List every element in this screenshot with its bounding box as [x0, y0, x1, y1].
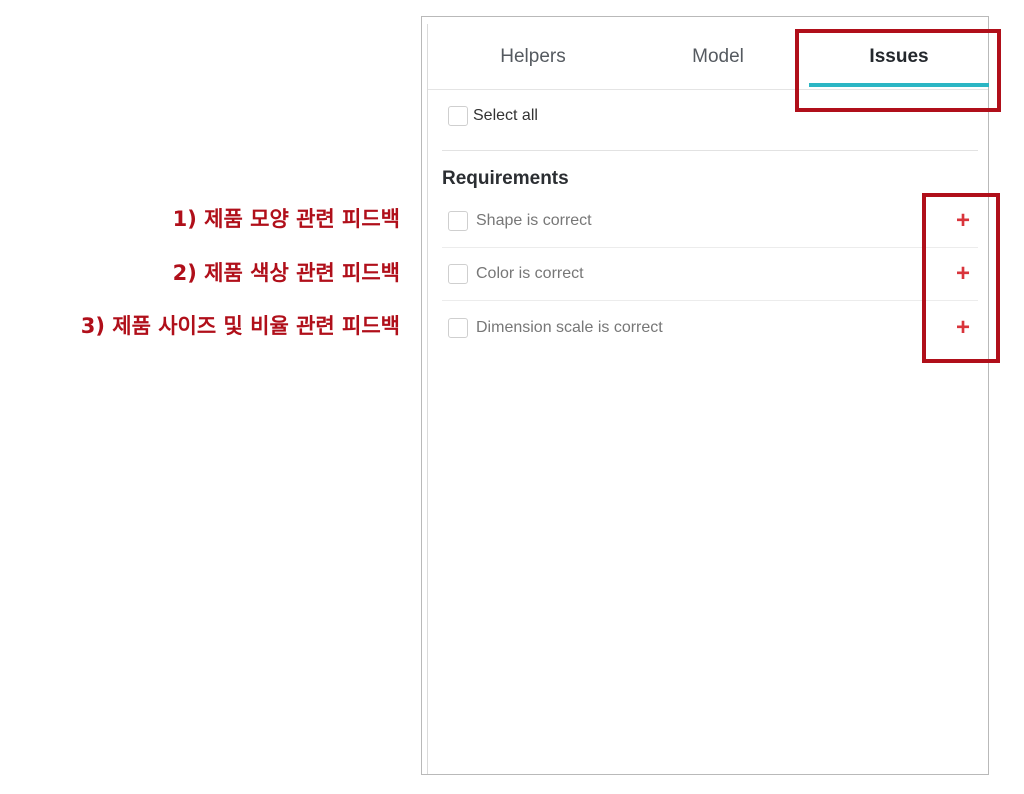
annotation-shape-feedback: 1) 제품 모양 관련 피드백 — [172, 207, 400, 231]
screen: 1) 제품 모양 관련 피드백 2) 제품 색상 관련 피드백 3) 제품 사이… — [0, 0, 1024, 794]
annotation-color-feedback: 2) 제품 색상 관련 피드백 — [172, 261, 400, 285]
annotation-size-feedback: 3) 제품 사이즈 및 비율 관련 피드백 — [80, 314, 400, 338]
requirements-title: Requirements — [442, 168, 569, 189]
requirement-label: Shape is correct — [476, 212, 592, 229]
highlight-box-issues-tab — [795, 29, 1001, 112]
select-all-checkbox[interactable] — [448, 106, 468, 126]
requirement-checkbox[interactable] — [448, 211, 468, 231]
requirement-checkbox[interactable] — [448, 317, 468, 338]
panel-content: Helpers Model Issues Select all Requirem… — [427, 24, 989, 774]
select-all[interactable]: Select all — [448, 106, 538, 126]
tab-helpers[interactable]: Helpers — [438, 24, 628, 90]
issues-panel: Helpers Model Issues Select all Requirem… — [421, 16, 989, 775]
requirement-checkbox[interactable] — [448, 264, 468, 284]
tab-model[interactable]: Model — [623, 24, 813, 90]
requirement-item-dimension: Dimension scale is correct + — [442, 301, 978, 354]
divider — [442, 150, 978, 151]
requirement-item-shape: Shape is correct + — [442, 195, 978, 248]
requirement-label: Color is correct — [476, 265, 584, 282]
highlight-box-plus-buttons — [922, 193, 1000, 363]
requirement-item-color: Color is correct + — [442, 248, 978, 301]
requirement-label: Dimension scale is correct — [476, 318, 663, 336]
select-all-label: Select all — [473, 107, 538, 124]
